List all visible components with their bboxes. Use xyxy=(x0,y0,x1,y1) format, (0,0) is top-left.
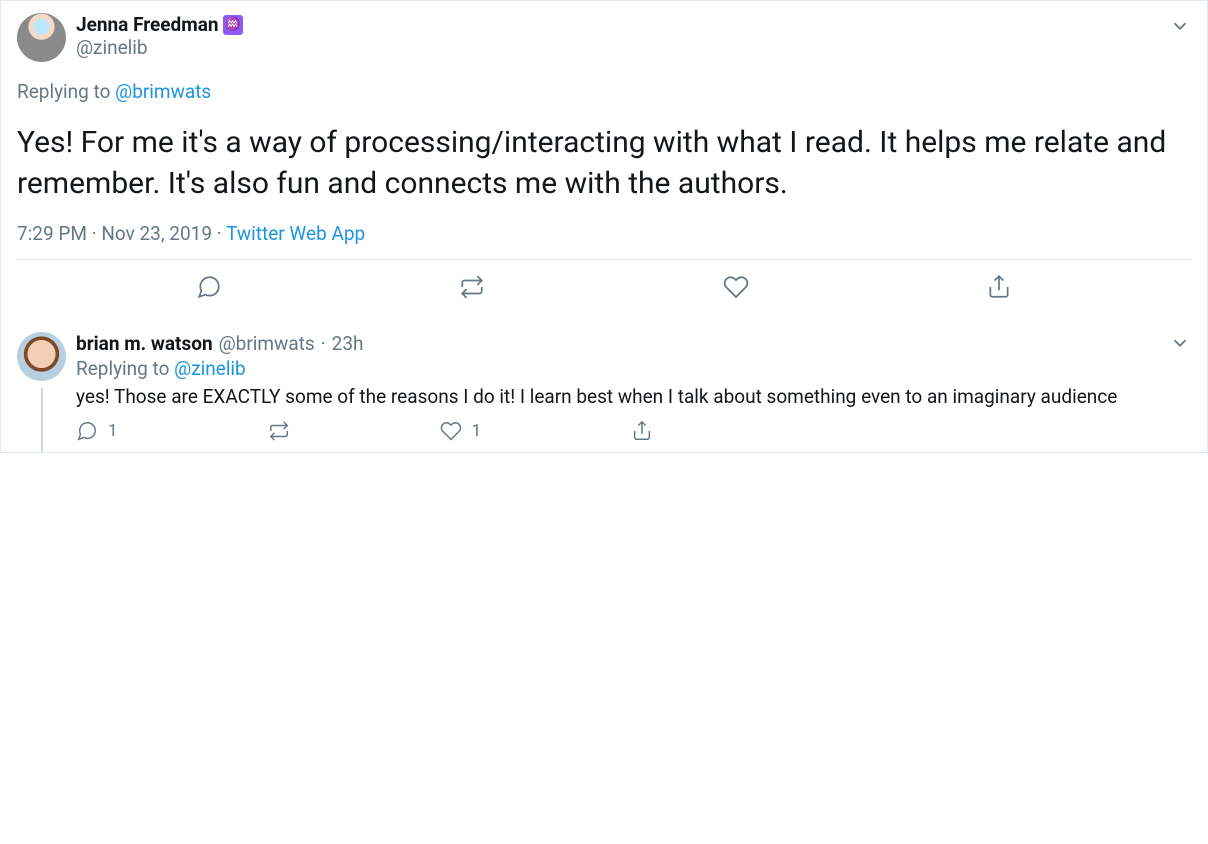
aquarius-emoji: ♒ xyxy=(223,15,243,35)
handle[interactable]: @brimwats xyxy=(219,332,315,355)
more-caret-icon[interactable] xyxy=(1169,15,1191,41)
reply-count: 1 xyxy=(108,421,118,441)
dot-sep: · xyxy=(321,332,326,355)
retweet-icon xyxy=(459,274,485,300)
tweet-header: Jenna Freedman ♒ @zinelib xyxy=(17,13,1191,62)
avatar[interactable] xyxy=(17,332,66,381)
replying-to: Replying to @brimwats xyxy=(17,80,1191,103)
tweet-time: 7:29 PM xyxy=(17,222,87,245)
retweet-button[interactable] xyxy=(459,274,485,300)
reply-icon xyxy=(76,420,98,442)
replying-to-label: Replying to xyxy=(76,357,174,380)
reply-action-bar: 1 1 xyxy=(76,420,1191,442)
like-button[interactable]: 1 xyxy=(440,420,482,442)
replying-to: Replying to @zinelib xyxy=(76,357,1191,380)
tweet-date: Nov 23, 2019 xyxy=(101,222,212,245)
dot-sep: · xyxy=(212,222,226,245)
more-caret-icon[interactable] xyxy=(1169,332,1191,358)
display-name: Jenna Freedman xyxy=(76,13,219,36)
reply-time[interactable]: 23h xyxy=(332,332,364,355)
main-tweet: Jenna Freedman ♒ @zinelib Replying to @b… xyxy=(0,0,1208,318)
heart-icon xyxy=(723,274,749,300)
thread-line xyxy=(41,388,43,452)
reply-icon xyxy=(196,274,222,300)
replying-to-label: Replying to xyxy=(17,80,115,103)
dot-sep: · xyxy=(87,222,101,245)
retweet-button[interactable] xyxy=(268,420,290,442)
share-button[interactable] xyxy=(631,420,653,442)
reply-text: yes! Those are EXACTLY some of the reaso… xyxy=(76,384,1191,410)
author-block[interactable]: Jenna Freedman ♒ @zinelib xyxy=(76,13,243,59)
share-button[interactable] xyxy=(986,274,1012,300)
reply-left-col xyxy=(17,332,76,442)
avatar[interactable] xyxy=(17,13,66,62)
replying-to-link[interactable]: @brimwats xyxy=(115,80,211,103)
reply-header: brian m. watson @brimwats · 23h xyxy=(76,332,1191,355)
reply-button[interactable]: 1 xyxy=(76,420,118,442)
reply-tweet[interactable]: brian m. watson @brimwats · 23h Replying… xyxy=(0,318,1208,453)
handle: @zinelib xyxy=(76,36,243,59)
retweet-icon xyxy=(268,420,290,442)
like-count: 1 xyxy=(472,421,482,441)
share-icon xyxy=(631,420,653,442)
tweet-source-link[interactable]: Twitter Web App xyxy=(226,222,365,245)
display-name[interactable]: brian m. watson xyxy=(76,332,213,355)
action-bar xyxy=(17,260,1191,314)
reply-button[interactable] xyxy=(196,274,222,300)
heart-icon xyxy=(440,420,462,442)
replying-to-link[interactable]: @zinelib xyxy=(174,357,246,380)
tweet-text: Yes! For me it's a way of processing/int… xyxy=(17,123,1191,204)
tweet-meta: 7:29 PM · Nov 23, 2019 · Twitter Web App xyxy=(17,222,1191,245)
reply-body: brian m. watson @brimwats · 23h Replying… xyxy=(76,332,1191,442)
share-icon xyxy=(986,274,1012,300)
like-button[interactable] xyxy=(723,274,749,300)
